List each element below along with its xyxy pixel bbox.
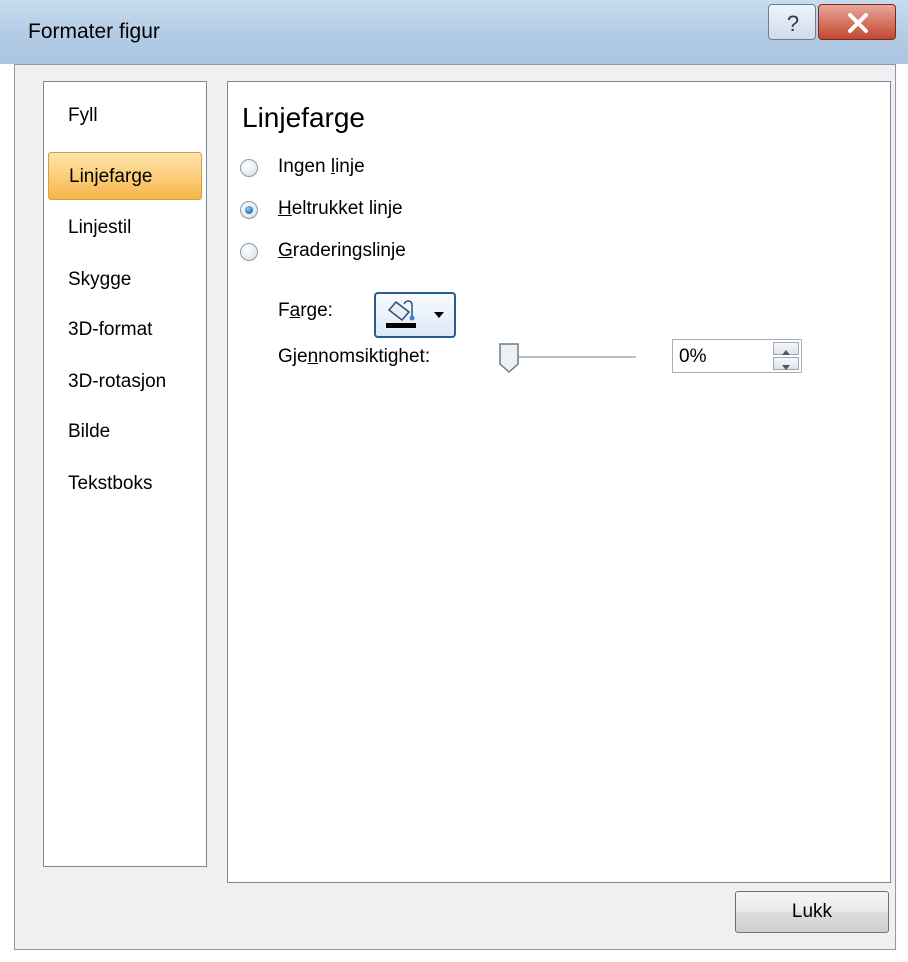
dialog-frame: Fyll Linjefarge Linjestil Skygge 3D-form… xyxy=(14,64,896,950)
radio-button[interactable] xyxy=(240,159,258,177)
color-label: Farge: xyxy=(278,300,333,321)
transparency-value[interactable]: 0% xyxy=(679,346,706,368)
radio-button-selected[interactable] xyxy=(240,201,258,219)
chevron-down-icon xyxy=(782,365,790,370)
help-icon: ? xyxy=(787,11,799,36)
radio-label: Graderingslinje xyxy=(278,240,406,261)
spin-buttons xyxy=(773,342,799,370)
window-title: Formater figur xyxy=(28,20,160,43)
transparency-slider-thumb[interactable] xyxy=(498,342,520,374)
paint-bucket-icon xyxy=(386,300,444,328)
nav-item-bilde[interactable]: Bilde xyxy=(48,408,202,456)
svg-text:?: ? xyxy=(787,11,799,36)
transparency-slider-track[interactable] xyxy=(508,356,636,359)
close-dialog-button[interactable]: Lukk xyxy=(735,891,889,933)
radio-button[interactable] xyxy=(240,243,258,261)
title-bar: Formater figur ? xyxy=(0,0,908,64)
help-button[interactable]: ? xyxy=(768,4,816,40)
settings-panel: Linjefarge Ingen linje Heltrukket linje … xyxy=(227,81,891,883)
radio-label: Heltrukket linje xyxy=(278,198,403,219)
nav-item-linjestil[interactable]: Linjestil xyxy=(48,204,202,252)
nav-item-skygge[interactable]: Skygge xyxy=(48,256,202,304)
spin-up-button[interactable] xyxy=(773,342,799,355)
spin-down-button[interactable] xyxy=(773,357,799,370)
close-button[interactable] xyxy=(818,4,896,40)
radio-label: Ingen linje xyxy=(278,156,365,177)
section-heading: Linjefarge xyxy=(242,102,365,133)
nav-item-fyll[interactable]: Fyll xyxy=(48,92,202,140)
nav-item-linjefarge[interactable]: Linjefarge xyxy=(48,152,202,200)
category-list: Fyll Linjefarge Linjestil Skygge 3D-form… xyxy=(43,81,207,867)
nav-item-tekstboks[interactable]: Tekstboks xyxy=(48,460,202,508)
transparency-spinbox[interactable]: 0% xyxy=(672,339,802,373)
nav-item-3d-format[interactable]: 3D-format xyxy=(48,306,202,354)
close-icon xyxy=(848,13,868,33)
nav-item-3d-rotasjon[interactable]: 3D-rotasjon xyxy=(48,358,202,406)
transparency-label: Gjennomsiktighet: xyxy=(278,346,431,367)
color-picker-button[interactable] xyxy=(374,292,456,338)
